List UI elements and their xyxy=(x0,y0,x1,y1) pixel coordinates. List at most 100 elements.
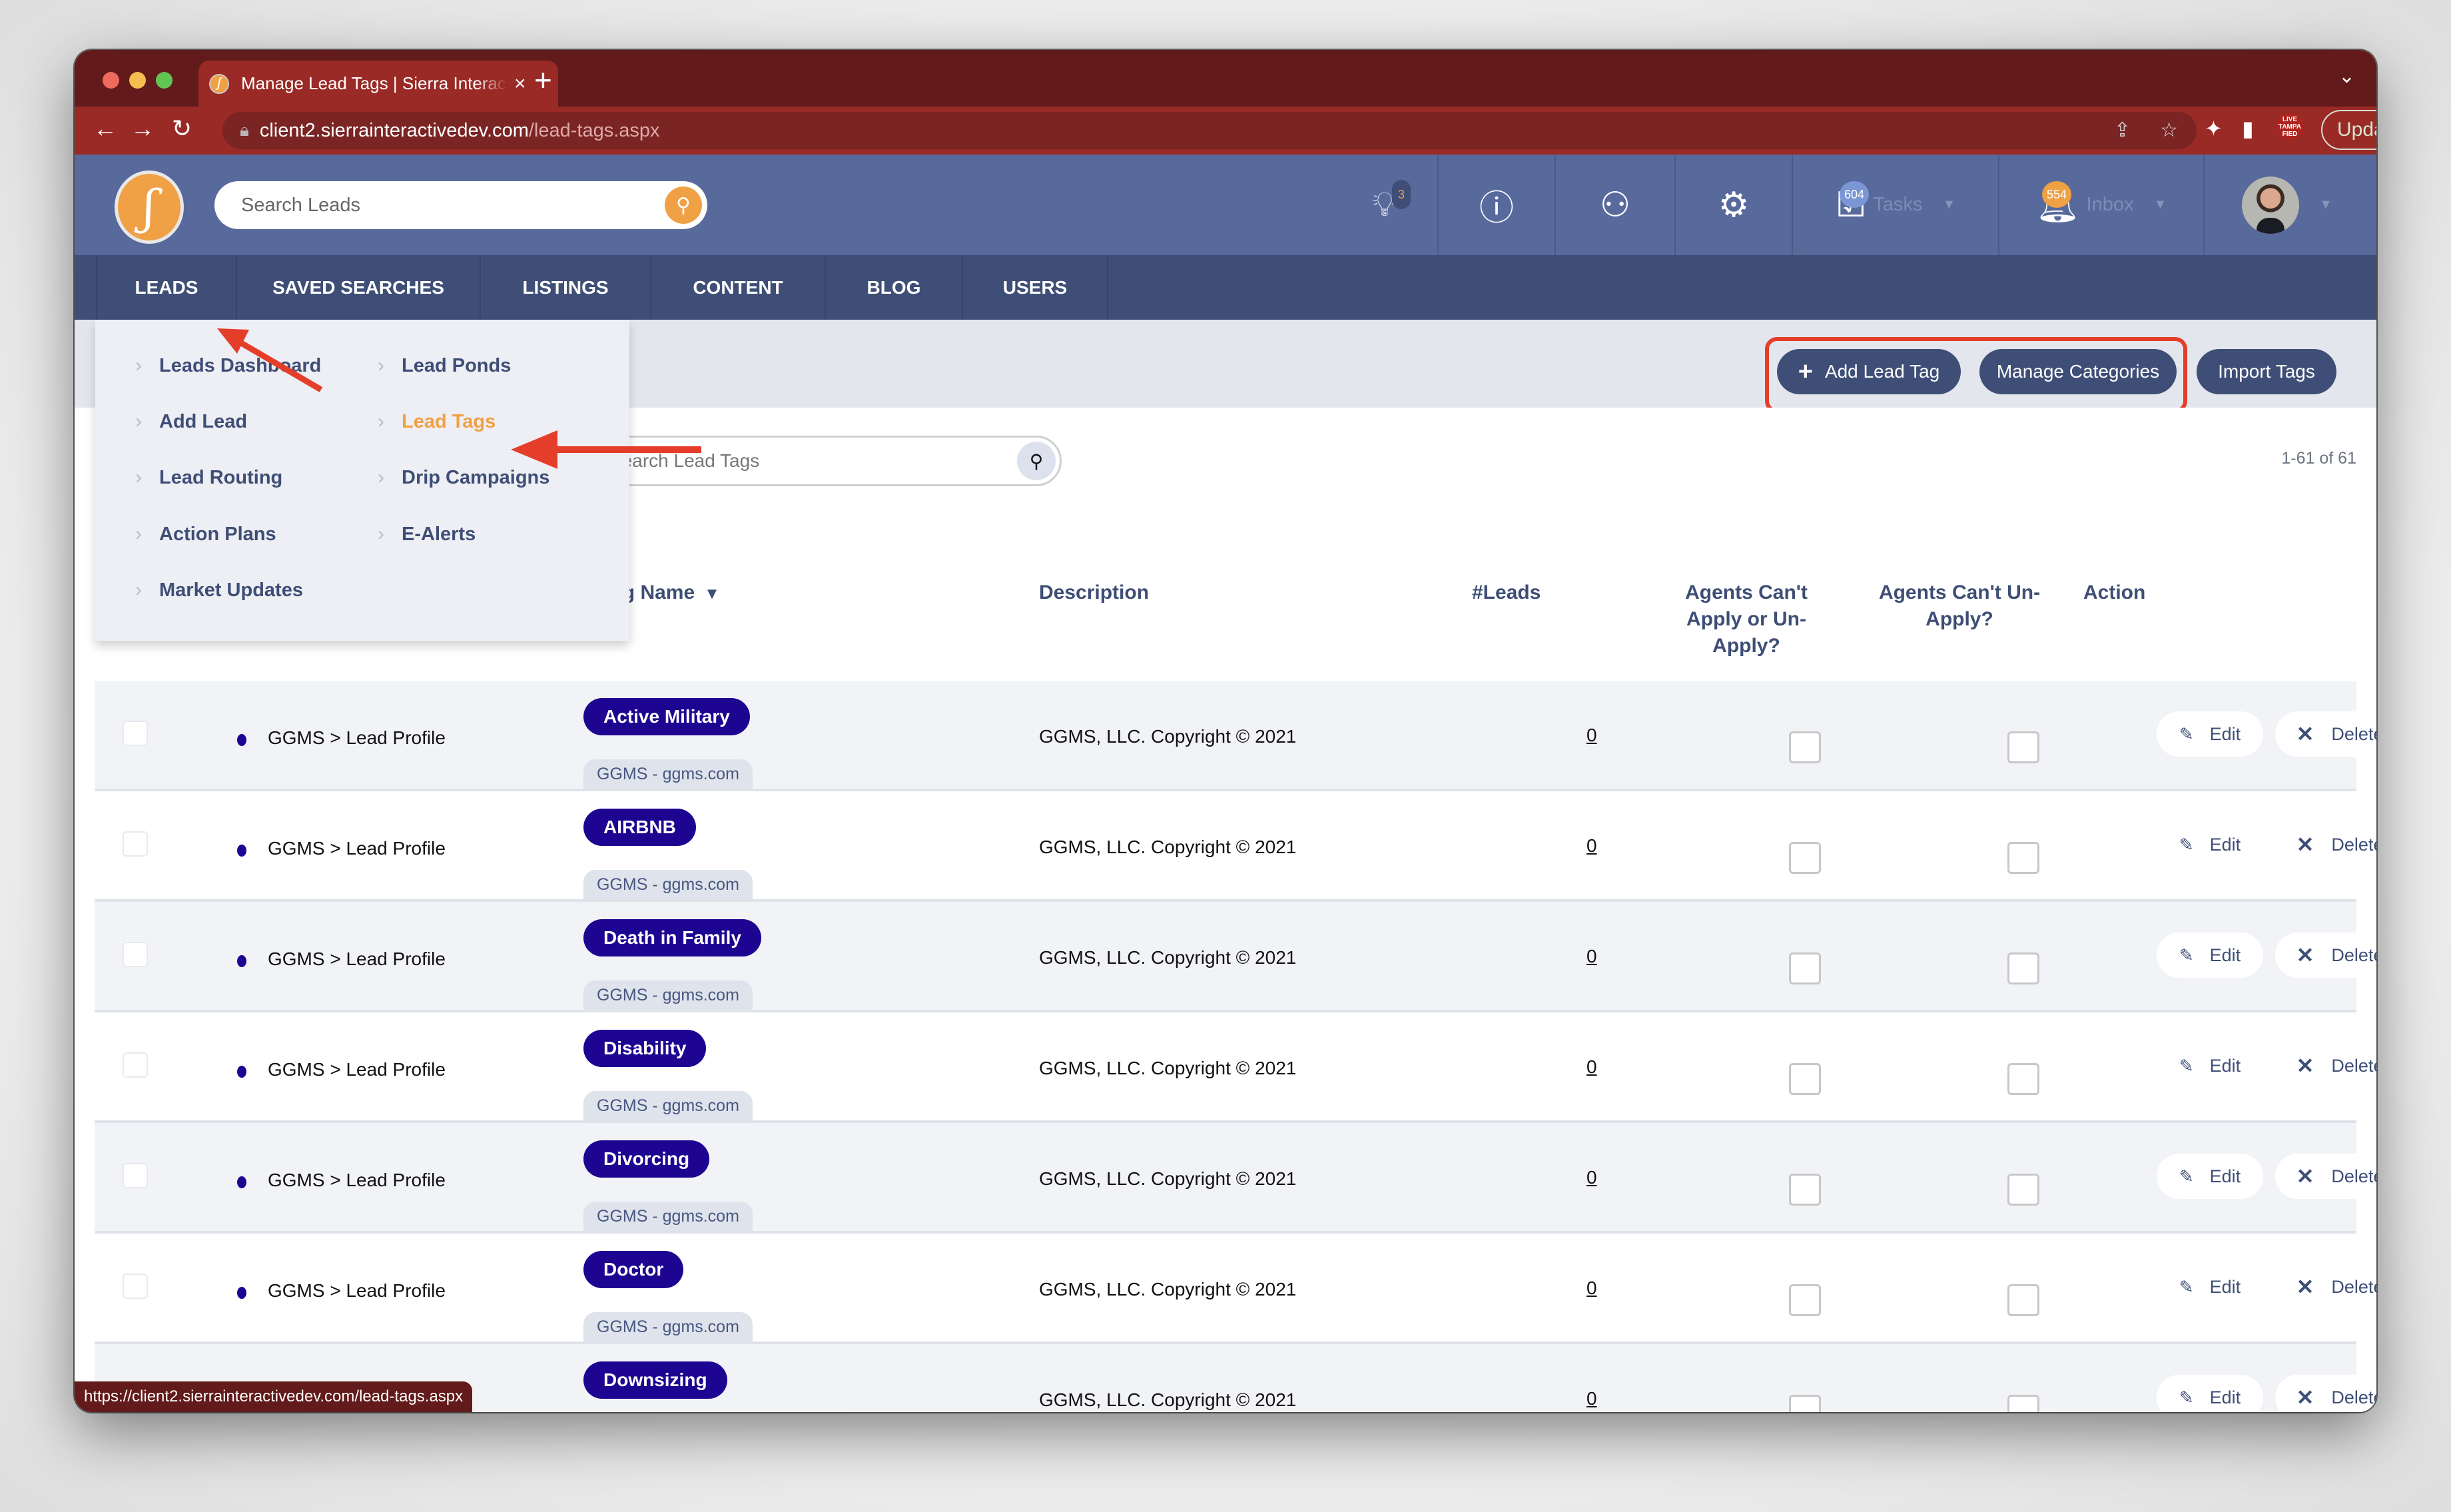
delete-button[interactable]: ✕ Delete xyxy=(2275,711,2376,757)
edit-button[interactable]: ✎ Edit xyxy=(2157,933,2263,978)
url-host: client2.sierrainteractivedev.com xyxy=(259,119,529,141)
tag-leads-count-link[interactable]: 0 xyxy=(1586,946,1597,967)
agents-cant-unapply-checkbox[interactable] xyxy=(2007,1174,2039,1206)
tag-leads-count-link[interactable]: 0 xyxy=(1586,1278,1597,1299)
help-button[interactable]: ⓘ xyxy=(1439,155,1556,255)
tag-leads-count-link[interactable]: 0 xyxy=(1586,835,1597,857)
address-bar[interactable]: 🔒︎ client2.sierrainteractivedev.com/lead… xyxy=(222,112,2197,149)
tag-description: GGMS, LLC. Copyright © 2021 xyxy=(1039,1168,1297,1189)
close-window-button[interactable] xyxy=(103,72,119,89)
edit-button[interactable]: ✎ Edit xyxy=(2157,1043,2263,1088)
delete-button[interactable]: ✕ Delete xyxy=(2275,1043,2376,1088)
delete-label: Delete xyxy=(2331,834,2376,855)
delete-button[interactable]: ✕ Delete xyxy=(2275,1154,2376,1199)
tag-leads-count-link[interactable]: 0 xyxy=(1586,1167,1597,1188)
forward-arrow-icon[interactable]: → xyxy=(131,115,155,143)
team-button[interactable]: ⚇ xyxy=(1556,155,1676,255)
tab-search-chevron-icon[interactable]: ⌄ xyxy=(2338,65,2355,88)
reload-icon[interactable]: ↻ xyxy=(172,115,192,143)
agents-cant-unapply-checkbox[interactable] xyxy=(2007,1063,2039,1095)
edit-button[interactable]: ✎ Edit xyxy=(2157,822,2263,867)
agents-cant-apply-checkbox[interactable] xyxy=(1789,1284,1821,1316)
agents-cant-apply-checkbox[interactable] xyxy=(1789,731,1821,763)
agents-cant-apply-checkbox[interactable] xyxy=(1789,1395,1821,1412)
menu-item-lead-ponds[interactable]: › Lead Ponds xyxy=(378,354,511,377)
add-lead-tag-button[interactable]: + Add Lead Tag xyxy=(1777,349,1961,394)
menu-item-lead-routing[interactable]: › Lead Routing xyxy=(135,466,282,489)
back-arrow-icon[interactable]: ← xyxy=(93,115,117,143)
agents-cant-apply-checkbox[interactable] xyxy=(1789,842,1821,874)
nav-leads[interactable]: LEADS xyxy=(96,255,237,320)
app-header: ʃ ⚲ 💡︎ 3 ⓘ ⚇ ⚙ ☑ 604 Tasks ▼ xyxy=(75,155,2376,255)
agents-cant-unapply-checkbox[interactable] xyxy=(2007,731,2039,763)
new-tab-button[interactable]: + xyxy=(534,62,552,98)
nav-listings[interactable]: LISTINGS xyxy=(481,255,651,320)
delete-button[interactable]: ✕ Delete xyxy=(2275,933,2376,978)
agents-cant-unapply-checkbox[interactable] xyxy=(2007,952,2039,984)
side-panel-icon[interactable]: ▮ xyxy=(2242,116,2254,141)
search-leads-input[interactable] xyxy=(241,194,641,216)
edit-button[interactable]: ✎ Edit xyxy=(2157,1264,2263,1310)
category-bullet-icon xyxy=(237,1066,246,1078)
edit-button[interactable]: ✎ Edit xyxy=(2157,1375,2263,1412)
delete-button[interactable]: ✕ Delete xyxy=(2275,1264,2376,1310)
row-select-checkbox[interactable] xyxy=(123,1052,148,1078)
nav-content[interactable]: CONTENT xyxy=(651,255,826,320)
pencil-icon: ✎ xyxy=(2179,1276,2194,1297)
search-lead-tags-input[interactable] xyxy=(609,450,982,472)
extensions-puzzle-icon[interactable]: ✦ xyxy=(2205,116,2223,141)
tag-leads-count-link[interactable]: 0 xyxy=(1586,1056,1597,1078)
user-menu-button[interactable]: ▼ xyxy=(2205,155,2370,255)
live-tampafied-extension-icon[interactable]: LIVE TAMPA FIED xyxy=(2276,113,2303,140)
share-icon[interactable]: ⇪ xyxy=(2114,119,2131,142)
tag-leads-count-link[interactable]: 0 xyxy=(1586,725,1597,746)
search-icon[interactable]: ⚲ xyxy=(665,187,702,224)
row-select-checkbox[interactable] xyxy=(123,831,148,857)
row-select-checkbox[interactable] xyxy=(123,1163,148,1188)
menu-item-drip-campaigns[interactable]: › Drip Campaigns xyxy=(378,466,549,489)
settings-button[interactable]: ⚙ xyxy=(1676,155,1793,255)
browser-tab-active[interactable]: ʃ Manage Lead Tags | Sierra Interactive … xyxy=(198,61,558,107)
menu-item-leads-dashboard[interactable]: › Leads Dashboard xyxy=(135,354,321,377)
avatar xyxy=(2242,176,2300,234)
delete-button[interactable]: ✕ Delete xyxy=(2275,1375,2376,1412)
menu-item-lead-tags[interactable]: › Lead Tags xyxy=(378,410,496,433)
maximize-window-button[interactable] xyxy=(156,72,173,89)
agents-cant-unapply-checkbox[interactable] xyxy=(2007,842,2039,874)
tips-badge: 3 xyxy=(1392,180,1411,209)
edit-button[interactable]: ✎ Edit xyxy=(2157,1154,2263,1199)
tips-button[interactable]: 💡︎ 3 xyxy=(1332,155,1439,255)
bookmark-star-icon[interactable]: ☆ xyxy=(2160,119,2178,142)
tasks-button[interactable]: ☑ 604 Tasks ▼ xyxy=(1793,155,1999,255)
agents-cant-apply-checkbox[interactable] xyxy=(1789,1063,1821,1095)
chevron-right-icon: › xyxy=(378,354,384,376)
menu-item-action-plans[interactable]: › Action Plans xyxy=(135,523,276,546)
minimize-window-button[interactable] xyxy=(129,72,146,89)
import-tags-button[interactable]: Import Tags xyxy=(2197,349,2336,394)
agents-cant-apply-checkbox[interactable] xyxy=(1789,1174,1821,1206)
browser-window: ʃ Manage Lead Tags | Sierra Interactive … xyxy=(75,50,2376,1412)
agents-cant-unapply-checkbox[interactable] xyxy=(2007,1395,2039,1412)
menu-item-e-alerts[interactable]: › E-Alerts xyxy=(378,523,476,546)
delete-button[interactable]: ✕ Delete xyxy=(2275,822,2376,867)
sierra-logo[interactable]: ʃ xyxy=(115,171,184,244)
nav-users[interactable]: USERS xyxy=(963,255,1108,320)
column-header-agents-cant-unapply: Agents Can't Un-Apply? xyxy=(1878,581,2041,630)
tag-leads-count-link[interactable]: 0 xyxy=(1586,1388,1597,1409)
agents-cant-unapply-checkbox[interactable] xyxy=(2007,1284,2039,1316)
agents-cant-apply-checkbox[interactable] xyxy=(1789,952,1821,984)
column-header-agents-cant-apply: Agents Can't Apply or Un-Apply? xyxy=(1685,581,1808,657)
inbox-button[interactable]: 🔔︎ 554 Inbox ▼ xyxy=(1999,155,2205,255)
nav-saved-searches[interactable]: SAVED SEARCHES xyxy=(237,255,481,320)
edit-button[interactable]: ✎ Edit xyxy=(2157,711,2263,757)
row-select-checkbox[interactable] xyxy=(123,721,148,746)
update-button[interactable]: Update ••• xyxy=(2321,110,2376,150)
row-select-checkbox[interactable] xyxy=(123,1274,148,1299)
search-icon[interactable]: ⚲ xyxy=(1017,442,1056,480)
nav-blog[interactable]: BLOG xyxy=(826,255,963,320)
manage-categories-button[interactable]: Manage Categories xyxy=(1979,349,2177,394)
row-select-checkbox[interactable] xyxy=(123,942,148,967)
tab-close-icon[interactable]: × xyxy=(514,73,526,95)
menu-item-add-lead[interactable]: › Add Lead xyxy=(135,410,247,433)
menu-item-market-updates[interactable]: › Market Updates xyxy=(135,579,303,601)
